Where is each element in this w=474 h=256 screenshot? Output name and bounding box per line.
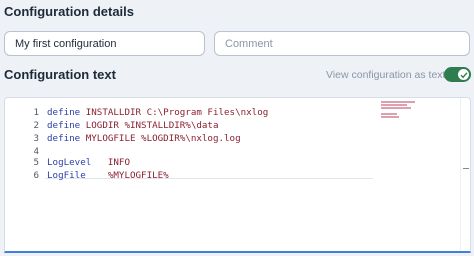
code-value: INFO xyxy=(91,157,130,168)
check-icon xyxy=(460,71,468,78)
code-keyword: define xyxy=(47,107,81,118)
view-as-text-label: View configuration as text xyxy=(326,69,446,81)
editor-vertical-scrollbar[interactable] xyxy=(460,98,470,251)
code-keyword: define xyxy=(47,133,81,144)
line-number: 3 xyxy=(33,133,39,144)
code-value: %MYLOGFILE% xyxy=(85,170,169,181)
code-editor[interactable]: 1 define INSTALLDIR C:\Program Files\nxl… xyxy=(4,97,471,253)
code-value: LOGDIR %INSTALLDIR%\data xyxy=(80,120,219,131)
editor-minimap[interactable] xyxy=(381,101,421,121)
line-number: 2 xyxy=(33,120,39,131)
line-number: 1 xyxy=(33,107,39,118)
code-value: MYLOGFILE %LOGDIR%\nxlog.log xyxy=(80,133,241,144)
section-title-configuration-text: Configuration text xyxy=(4,67,116,82)
code-keyword: define xyxy=(47,120,81,131)
line-number: 6 xyxy=(33,170,39,181)
toggle-knob xyxy=(458,69,469,80)
line-number: 5 xyxy=(33,157,39,168)
view-as-text-toggle[interactable] xyxy=(444,67,471,82)
code-line: define INSTALLDIR C:\Program Files\nxlog xyxy=(47,107,268,118)
code-line: LogLevel INFO xyxy=(47,157,130,168)
configuration-name-input[interactable] xyxy=(4,31,205,56)
section-title-configuration-details: Configuration details xyxy=(4,4,134,19)
code-line: define LOGDIR %INSTALLDIR%\data xyxy=(47,120,219,131)
line-number: 4 xyxy=(33,146,39,157)
code-keyword: LogLevel xyxy=(47,157,92,168)
code-line: define MYLOGFILE %LOGDIR%\nxlog.log xyxy=(47,133,241,144)
code-keyword: LogFile xyxy=(47,170,86,181)
scrollbar-cursor-mark xyxy=(463,168,469,169)
code-value: INSTALLDIR C:\Program Files\nxlog xyxy=(80,107,269,118)
comment-input[interactable] xyxy=(214,31,470,56)
code-line: LogFile %MYLOGFILE% xyxy=(47,170,169,181)
